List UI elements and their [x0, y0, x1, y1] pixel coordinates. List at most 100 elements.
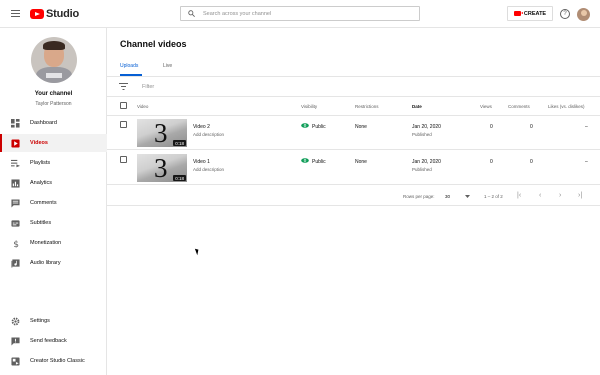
filter-input[interactable]: Filter [142, 84, 154, 90]
top-bar: Studio CREATE ? [0, 0, 600, 28]
sidebar-item-label: Send feedback [30, 338, 67, 344]
video-title[interactable]: Video 1 [193, 159, 210, 165]
date-status: Published [412, 167, 432, 172]
row-checkbox[interactable] [120, 156, 127, 163]
sidebar-item-playlists[interactable]: Playlists [0, 154, 107, 172]
sidebar-item-label: Videos [30, 140, 48, 146]
eye-icon[interactable] [301, 123, 309, 128]
sidebar-item-videos[interactable]: Videos [0, 134, 107, 152]
column-header-restrictions: Restrictions [355, 104, 379, 109]
divider [107, 149, 600, 150]
sidebar-item-label: Subtitles [30, 220, 52, 226]
search-input[interactable] [203, 10, 403, 17]
column-header-comments[interactable]: Comments [508, 104, 530, 109]
sidebar-item-dashboard[interactable]: Dashboard [0, 114, 107, 132]
account-avatar[interactable] [577, 8, 590, 21]
tab-live[interactable]: Live [163, 63, 172, 69]
monetization-icon: $ [13, 240, 19, 248]
duration-badge: 0:18 [173, 140, 186, 146]
sidebar-item-settings[interactable]: Settings [0, 312, 107, 330]
rows-per-page-label: Rows per page: [403, 194, 435, 199]
views-value: 0 [490, 159, 493, 165]
comments-icon [11, 198, 20, 208]
restrictions-value: None [355, 159, 367, 165]
sidebar-item-subtitles[interactable]: Subtitles [0, 214, 107, 232]
sidebar-item-label: Playlists [30, 160, 51, 166]
sidebar-item-label: Audio library [30, 260, 61, 266]
comments-value: 0 [530, 124, 533, 130]
audio-library-icon [11, 258, 20, 268]
divider [107, 96, 600, 97]
rows-per-page-select[interactable]: 30 [445, 194, 450, 199]
sidebar-item-analytics[interactable]: Analytics [0, 174, 107, 192]
sidebar-item-label: Creator Studio Classic [30, 358, 85, 364]
video-title[interactable]: Video 2 [193, 124, 210, 130]
sidebar-item-label: Monetization [30, 240, 62, 246]
tab-uploads[interactable]: Uploads [120, 63, 138, 69]
video-thumbnail[interactable]: 3 0:18 [137, 154, 187, 182]
likes-value: – [585, 159, 588, 165]
divider [107, 115, 600, 116]
sidebar-item-monetization[interactable]: $ Monetization [0, 234, 107, 252]
studio-logo[interactable]: Studio [30, 8, 79, 20]
chevron-down-icon[interactable] [465, 195, 470, 198]
video-thumbnail[interactable]: 3 0:18 [137, 119, 187, 147]
main-content: Channel videos Uploads Live Filter Video… [107, 28, 600, 375]
sidebar: Your channel Taylor Patterson Dashboard … [0, 28, 107, 375]
divider [107, 76, 600, 77]
next-page-icon[interactable]: › [559, 192, 561, 199]
create-label: CREATE [523, 10, 547, 17]
date-value: Jan 20, 2020 [412, 159, 441, 165]
duration-badge: 0:18 [173, 175, 186, 181]
classic-icon [11, 356, 20, 366]
video-description[interactable]: Add description [193, 132, 224, 137]
select-all-checkbox[interactable] [120, 102, 127, 109]
divider [107, 205, 600, 206]
sidebar-item-comments[interactable]: Comments [0, 194, 107, 212]
search-box[interactable] [180, 6, 420, 21]
sidebar-item-send-feedback[interactable]: Send feedback [0, 332, 107, 350]
youtube-play-icon [30, 9, 44, 19]
page-range: 1 – 2 of 2 [484, 194, 503, 199]
sidebar-item-audio-library[interactable]: Audio library [0, 254, 107, 272]
views-value: 0 [490, 124, 493, 130]
prev-page-icon[interactable]: ‹ [539, 192, 541, 199]
dashboard-icon [11, 118, 20, 128]
restrictions-value: None [355, 124, 367, 130]
thumbnail-number: 3 [154, 119, 168, 147]
analytics-icon [11, 178, 20, 188]
visibility-value[interactable]: Public [312, 124, 326, 130]
sidebar-item-label: Dashboard [30, 120, 57, 126]
page-title: Channel videos [120, 39, 187, 49]
visibility-value[interactable]: Public [312, 159, 326, 165]
videos-icon [11, 138, 20, 148]
column-header-views[interactable]: Views [480, 104, 492, 109]
search-icon [188, 10, 195, 17]
eye-icon[interactable] [301, 158, 309, 163]
divider [107, 184, 600, 185]
help-icon[interactable]: ? [560, 9, 570, 19]
channel-name: Taylor Patterson [35, 101, 72, 107]
sidebar-item-label: Comments [30, 200, 57, 206]
sidebar-item-creator-studio-classic[interactable]: Creator Studio Classic [0, 352, 107, 370]
row-checkbox[interactable] [120, 121, 127, 128]
last-page-icon[interactable]: ›| [578, 192, 582, 199]
thumbnail-number: 3 [154, 154, 168, 182]
column-header-date[interactable]: Date [412, 104, 422, 109]
feedback-icon [11, 336, 20, 346]
sidebar-item-label: Analytics [30, 180, 53, 186]
video-description[interactable]: Add description [193, 167, 224, 172]
first-page-icon[interactable]: |‹ [517, 192, 521, 199]
menu-icon[interactable] [11, 10, 20, 18]
date-status: Published [412, 132, 432, 137]
create-button[interactable]: CREATE [507, 6, 553, 21]
column-header-video: Video [137, 104, 149, 109]
filter-icon[interactable] [119, 83, 128, 90]
video-camera-icon [513, 11, 523, 16]
gear-icon [11, 317, 20, 325]
sidebar-item-label: Settings [30, 318, 50, 324]
column-header-likes[interactable]: Likes (vs. dislikes) [548, 104, 585, 109]
svg-text:$: $ [13, 240, 19, 248]
channel-avatar[interactable] [31, 37, 77, 83]
channel-title: Your channel [34, 91, 73, 97]
